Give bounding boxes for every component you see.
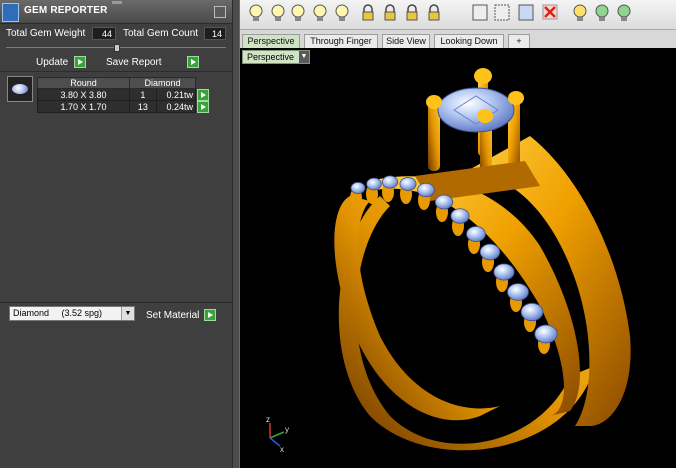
update-label: Update — [36, 57, 69, 68]
update-button[interactable] — [74, 56, 86, 68]
axis-y-line — [269, 431, 285, 439]
tab-through-finger[interactable]: Through Finger — [304, 34, 378, 48]
set-material-label: Set Material — [146, 310, 200, 321]
layer-icon[interactable] — [472, 4, 488, 21]
gem-count: 1 — [129, 88, 157, 101]
chevron-down-icon[interactable]: ▼ — [121, 307, 134, 320]
ring-render: z y x — [266, 68, 631, 454]
bulb-icon[interactable] — [291, 4, 305, 21]
bulb-group-icon[interactable] — [335, 4, 349, 21]
tab-add[interactable]: + — [508, 34, 530, 48]
drag-grip-icon[interactable] — [112, 1, 122, 4]
side-diamond — [493, 263, 515, 281]
header-shape: Round — [37, 77, 130, 89]
save-report-button[interactable] — [187, 56, 199, 68]
render-icon[interactable] — [518, 4, 534, 21]
panel-title: GEM REPORTER — [24, 5, 108, 16]
toolbar — [240, 0, 676, 30]
set-material-button[interactable] — [204, 309, 216, 321]
stats-row: Total Gem Weight 44 Total Gem Count 14 — [0, 25, 232, 43]
panel-slider-handle[interactable] — [114, 44, 120, 52]
axis-x-label: x — [280, 445, 284, 454]
bulb-icon[interactable] — [271, 4, 285, 21]
row-action-cell — [195, 100, 209, 113]
lock-icon[interactable] — [384, 4, 396, 21]
material-select[interactable]: Diamond (3.52 spg) ▼ — [9, 306, 135, 321]
row-action-cell — [195, 88, 209, 101]
side-diamond — [450, 208, 470, 224]
side-diamond — [399, 177, 417, 191]
total-gem-count-value: 14 — [204, 27, 226, 40]
view-dropdown-value: Perspective — [247, 52, 295, 62]
side-diamond — [479, 243, 501, 261]
gem-count: 13 — [129, 100, 157, 113]
side-diamond — [507, 283, 529, 301]
panel-title-bar[interactable]: GEM REPORTER — [0, 0, 232, 24]
side-diamond — [434, 194, 454, 210]
gem-weight: 0.21tw — [155, 88, 197, 101]
axis-x-line — [269, 437, 281, 447]
material-section — [0, 302, 232, 468]
center-diamond — [437, 87, 515, 133]
app-logo-icon — [2, 3, 19, 22]
total-gem-count-label: Total Gem Count — [123, 28, 199, 39]
3d-viewport[interactable]: z y x — [240, 66, 676, 468]
view-dropdown[interactable]: Perspective ▼ — [242, 50, 310, 64]
tab-looking-down[interactable]: Looking Down — [434, 34, 504, 48]
material-select-value: Diamond (3.52 spg) — [13, 308, 103, 318]
prong-tip — [474, 68, 492, 84]
side-diamond — [381, 175, 399, 189]
gem-size: 3.80 X 3.80 — [37, 88, 130, 101]
delete-icon[interactable] — [542, 4, 558, 20]
axis-z-label: z — [266, 415, 270, 424]
bulb-icon[interactable] — [249, 4, 263, 21]
app-window: GEM REPORTER Total Gem Weight 44 Total G… — [0, 0, 676, 468]
gem-size: 1.70 X 1.70 — [37, 100, 130, 113]
view-tabs: Perspective Through Finger Side View Loo… — [240, 30, 676, 48]
side-diamond — [350, 182, 366, 195]
bulb-yellow-icon[interactable] — [573, 4, 587, 21]
chevron-down-icon[interactable]: ▼ — [299, 51, 309, 63]
prong-tip — [426, 95, 442, 109]
lock-icon[interactable] — [362, 4, 374, 21]
tab-side-view[interactable]: Side View — [382, 34, 430, 48]
table-row: 1.70 X 1.70 13 0.24tw — [37, 100, 209, 113]
header-material: Diamond — [129, 77, 196, 89]
axis-y-label: y — [285, 425, 289, 434]
side-diamond — [520, 302, 544, 322]
gem-thumbnail[interactable] — [7, 76, 33, 102]
lock-select-icon[interactable] — [406, 4, 418, 21]
table-row: 3.80 X 3.80 1 0.21tw — [37, 88, 209, 101]
row-go-button[interactable] — [197, 88, 209, 101]
side-diamond — [366, 177, 382, 191]
bulb-select-icon[interactable] — [313, 4, 327, 21]
prong-tip — [477, 109, 493, 123]
side-diamond — [534, 324, 558, 344]
bulb-green-icon[interactable] — [617, 4, 631, 21]
gem-table-header: Round Diamond — [37, 77, 209, 89]
toolbar-icons — [249, 4, 631, 21]
round-gem-icon — [12, 84, 28, 94]
row-go-button[interactable] — [197, 100, 209, 113]
side-diamond — [466, 226, 486, 242]
panel-splitter[interactable] — [232, 0, 240, 468]
tab-perspective[interactable]: Perspective — [242, 34, 300, 48]
side-diamond — [417, 182, 435, 198]
panel-close-icon[interactable] — [214, 6, 226, 18]
gem-table: Round Diamond 3.80 X 3.80 1 0.21tw 1.70 … — [37, 77, 209, 113]
select-grid-icon[interactable] — [494, 4, 510, 21]
total-gem-weight-value: 44 — [92, 27, 116, 40]
gem-weight: 0.24tw — [155, 100, 197, 113]
total-gem-weight-label: Total Gem Weight — [6, 28, 86, 39]
panel-divider — [0, 71, 232, 72]
header-spacer — [195, 77, 209, 89]
bulb-green-icon[interactable] — [595, 4, 609, 21]
lock-group-icon[interactable] — [428, 4, 440, 21]
gem-reporter-panel: GEM REPORTER Total Gem Weight 44 Total G… — [0, 0, 232, 468]
save-report-label: Save Report — [106, 57, 162, 68]
prong-tip — [508, 91, 524, 105]
